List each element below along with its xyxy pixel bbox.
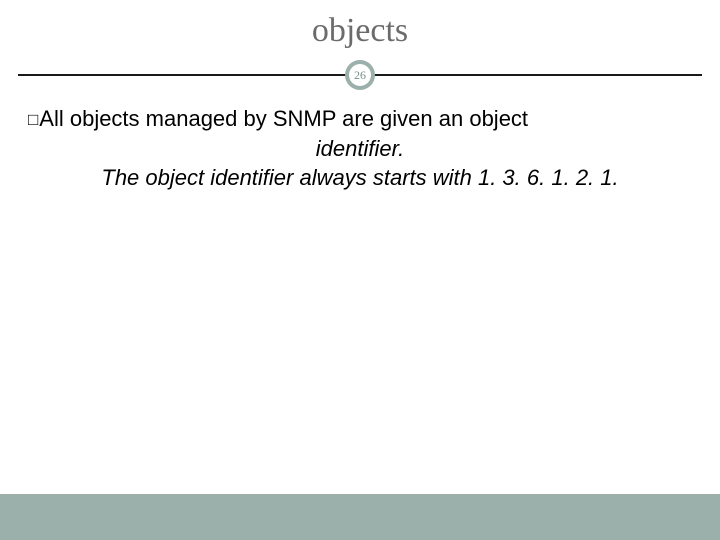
body-line-2: identifier. bbox=[28, 134, 692, 164]
footer-bar bbox=[0, 494, 720, 540]
page-badge: 26 bbox=[345, 60, 375, 90]
divider: 26 bbox=[0, 60, 720, 90]
body-line-3: The object identifier always starts with… bbox=[28, 163, 692, 193]
body-line-1-text: All objects managed by SNMP are given an… bbox=[39, 106, 528, 131]
page-number: 26 bbox=[349, 64, 371, 86]
content-area: □All objects managed by SNMP are given a… bbox=[0, 90, 720, 193]
square-bullet-icon: □ bbox=[28, 109, 38, 132]
body-line-1: □All objects managed by SNMP are given a… bbox=[28, 104, 692, 134]
slide-title: objects bbox=[0, 0, 720, 60]
slide: objects 26 □All objects managed by SNMP … bbox=[0, 0, 720, 540]
